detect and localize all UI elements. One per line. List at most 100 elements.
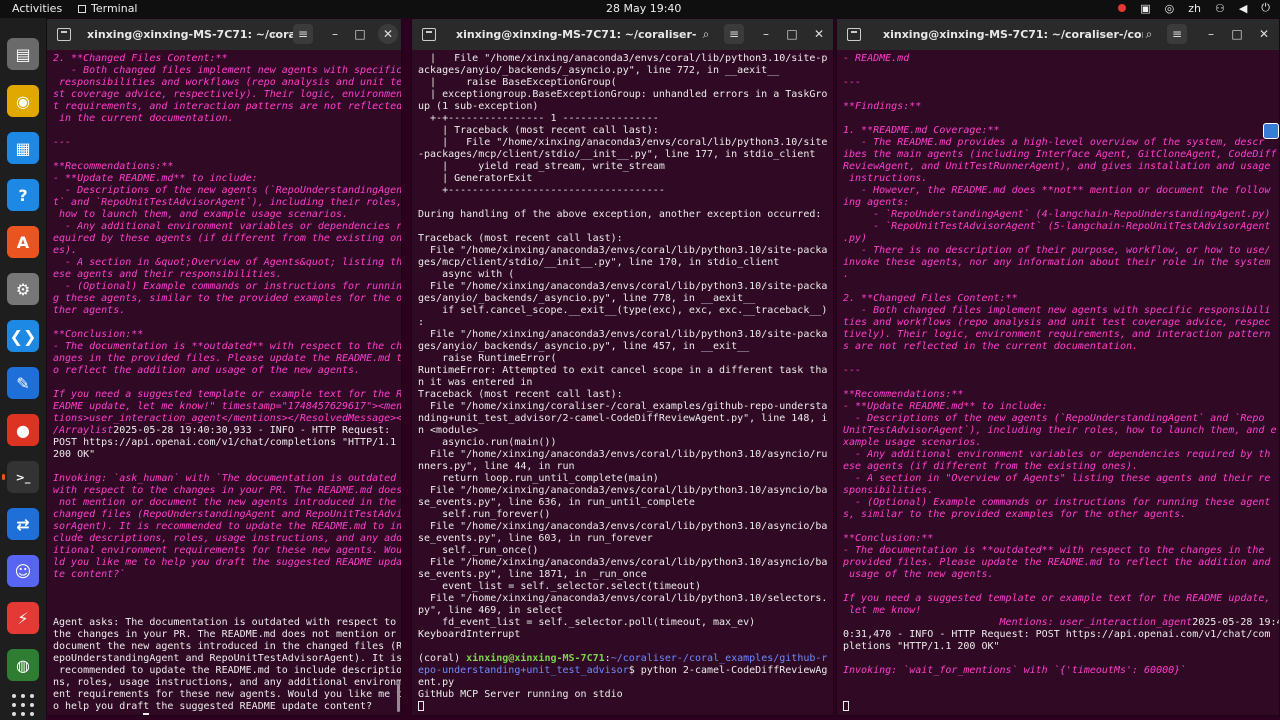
files-icon[interactable]: ▤ <box>7 38 39 70</box>
terminal-text: o reflect the addition and usage of the … <box>53 365 361 376</box>
terminal-window-middle[interactable]: xinxing@xinxing-MS-7C71: ~/coraliser-/co… <box>411 18 834 716</box>
gamepad-icon[interactable]: ◎ <box>1165 2 1175 15</box>
terminal-icon[interactable]: >_ <box>2 461 39 493</box>
terminal-text: : <box>418 317 425 328</box>
power-icon[interactable]: ⏻ <box>1261 1 1270 15</box>
discord-icon[interactable]: ☺ <box>7 555 39 587</box>
network-icon[interactable]: ⚇ <box>1215 2 1225 15</box>
terminal-window-left[interactable]: xinxing@xinxing-MS-7C71: ~/coral... ⌕ ≡ … <box>46 18 402 716</box>
new-tab-icon[interactable] <box>422 28 436 41</box>
hamburger-menu-icon[interactable]: ≡ <box>1167 24 1187 44</box>
terminal-line: -packages/mcp/client/stdio/__init__.py",… <box>418 149 829 161</box>
scrollbar[interactable] <box>397 684 400 712</box>
terminal-text: tions>user_interaction_agent</mentions><… <box>53 413 401 424</box>
rhythmbox-icon[interactable]: ◉ <box>7 85 39 117</box>
terminal-line: | GeneratorExit <box>418 173 829 185</box>
minimize-icon[interactable]: – <box>325 24 345 44</box>
maximize-icon[interactable]: □ <box>350 24 370 44</box>
terminal-text: changed files (RepoUnderstandingAgent an… <box>53 509 401 520</box>
terminal-line: ese agents (if different from the existi… <box>843 461 1275 473</box>
terminal-line: st coverage advice, respectively). Their… <box>53 89 401 101</box>
activities-button[interactable]: Activities <box>12 2 62 15</box>
text-editor-icon[interactable]: ✎ <box>7 367 39 399</box>
terminal-text: **Recommendations:** <box>843 389 964 400</box>
volume-icon[interactable]: ◀ <box>1239 2 1247 15</box>
terminal-text: --- <box>843 365 862 376</box>
terminal-line: tions>user_interaction_agent</mentions><… <box>53 413 401 425</box>
hamburger-menu-icon[interactable]: ≡ <box>724 24 744 44</box>
terminal-line: EADME update, let me know!" timestamp="1… <box>53 401 401 413</box>
close-icon[interactable]: ✕ <box>1254 24 1274 44</box>
terminal-output[interactable]: | File "/home/xinxing/anaconda3/envs/cor… <box>412 51 833 715</box>
maximize-icon[interactable]: □ <box>1227 24 1247 44</box>
terminal-text: (coral) <box>418 653 467 664</box>
terminal-text: s are not reflected in the current docum… <box>843 341 1139 352</box>
help-icon[interactable]: ? <box>7 179 39 211</box>
close-icon[interactable]: ✕ <box>809 24 829 44</box>
terminal-line: File "/home/xinxing/anaconda3/envs/coral… <box>418 593 829 605</box>
teamviewer-icon[interactable]: ⇄ <box>7 508 39 540</box>
input-language[interactable]: zh <box>1188 2 1201 15</box>
screen-share-icon[interactable]: ▣ <box>1140 2 1150 15</box>
minimize-icon[interactable]: – <box>1201 24 1221 44</box>
new-tab-icon[interactable] <box>57 28 71 41</box>
maximize-icon[interactable]: □ <box>782 24 802 44</box>
terminal-line: | File "/home/xinxing/anaconda3/envs/cor… <box>418 137 829 149</box>
anydesk-icon[interactable]: ⚡ <box>7 602 39 634</box>
terminal-line: ent.py <box>418 677 829 689</box>
minimize-icon[interactable]: – <box>756 24 776 44</box>
terminal-text: File "/home/xinxing/anaconda3/envs/coral… <box>418 557 828 568</box>
search-icon[interactable]: ⌕ <box>265 24 285 44</box>
vscode-icon[interactable]: ❮❯ <box>7 320 39 352</box>
terminal-line: pletions "HTTP/1.1 200 OK" <box>843 641 1275 653</box>
terminal-text: File "/home/xinxing/anaconda3/envs/coral… <box>418 449 828 460</box>
clock[interactable]: 28 May 19:40 <box>606 2 681 15</box>
terminal-line: ese agents and their responsibilities. <box>53 269 397 281</box>
terminal-line: --- <box>843 77 1275 89</box>
writer-icon[interactable]: ▦ <box>7 132 39 164</box>
terminal-text: 2. **Changed Files Content:** <box>53 53 228 64</box>
terminal-line: RuntimeError: Attempted to exit cancel s… <box>418 365 829 377</box>
terminal-text: +-+---------------- 1 ---------------- <box>418 113 659 124</box>
terminal-titlebar[interactable]: xinxing@xinxing-MS-7C71: ~/coraliser-/co… <box>412 19 833 50</box>
terminal-line: nding+unit_test_advisor/2-camel-CodeDiff… <box>418 413 829 425</box>
terminal-output[interactable]: 2. **Changed Files Content:** - Both cha… <box>47 51 401 715</box>
terminal-text: sponsibilities. <box>843 485 934 496</box>
settings-icon[interactable]: ⚙ <box>7 273 39 305</box>
hamburger-menu-icon[interactable]: ≡ <box>293 24 313 44</box>
app-menu[interactable]: Terminal <box>78 2 138 15</box>
terminal-text: Your response: <box>53 714 143 715</box>
terminal-line: itional environment requirements for the… <box>53 545 401 557</box>
terminal-line: se_events.py", line 636, in run_until_co… <box>418 497 829 509</box>
terminal-output[interactable]: - README.md --- **Findings:** 1. **README.m… <box>837 51 1279 715</box>
system-tray[interactable]: ▣ ◎ zh ⚇ ◀ ⏻ <box>1118 1 1270 15</box>
app-center-icon[interactable]: A <box>7 226 39 258</box>
terminal-line: 0:31,470 - INFO - HTTP Request: POST htt… <box>843 629 1275 641</box>
terminal-text: up (1 sub-exception) <box>418 101 539 112</box>
terminal-line: instructions. <box>843 173 1275 185</box>
terminal-titlebar[interactable]: xinxing@xinxing-MS-7C71: ~/coraliser-/co… <box>837 19 1279 50</box>
search-icon[interactable]: ⌕ <box>1139 24 1159 44</box>
terminal-text: ackages/anyio/_backends/_asyncio.py", li… <box>418 65 780 76</box>
terminal-text: event_list = self._selector.select(timeo… <box>418 581 701 592</box>
new-tab-icon[interactable] <box>847 28 861 41</box>
terminal-text: --- <box>843 77 862 88</box>
show-apps-icon[interactable] <box>12 694 34 716</box>
record-icon[interactable] <box>1118 4 1127 12</box>
search-icon[interactable]: ⌕ <box>696 24 716 44</box>
close-icon[interactable]: ✕ <box>378 24 398 44</box>
terminal-text: o help you draft the suggested README up… <box>53 701 373 712</box>
terminal-window-right[interactable]: xinxing@xinxing-MS-7C71: ~/coraliser-/co… <box>836 18 1280 716</box>
terminal-titlebar[interactable]: xinxing@xinxing-MS-7C71: ~/coral... ⌕ ≡ … <box>47 19 401 50</box>
terminal-text: xinxing@xinxing-MS-7C71 <box>466 653 605 664</box>
chrome-icon[interactable]: ● <box>7 414 39 446</box>
terminal-line: o reflect the addition and usage of the … <box>53 365 397 377</box>
floating-widget-icon[interactable] <box>1263 123 1279 139</box>
terminal-text: ns, roles, usage instructions, and any a… <box>53 677 401 688</box>
ubuntu-extra-icon[interactable]: ◍ <box>7 649 39 681</box>
terminal-line: es). <box>53 245 397 257</box>
